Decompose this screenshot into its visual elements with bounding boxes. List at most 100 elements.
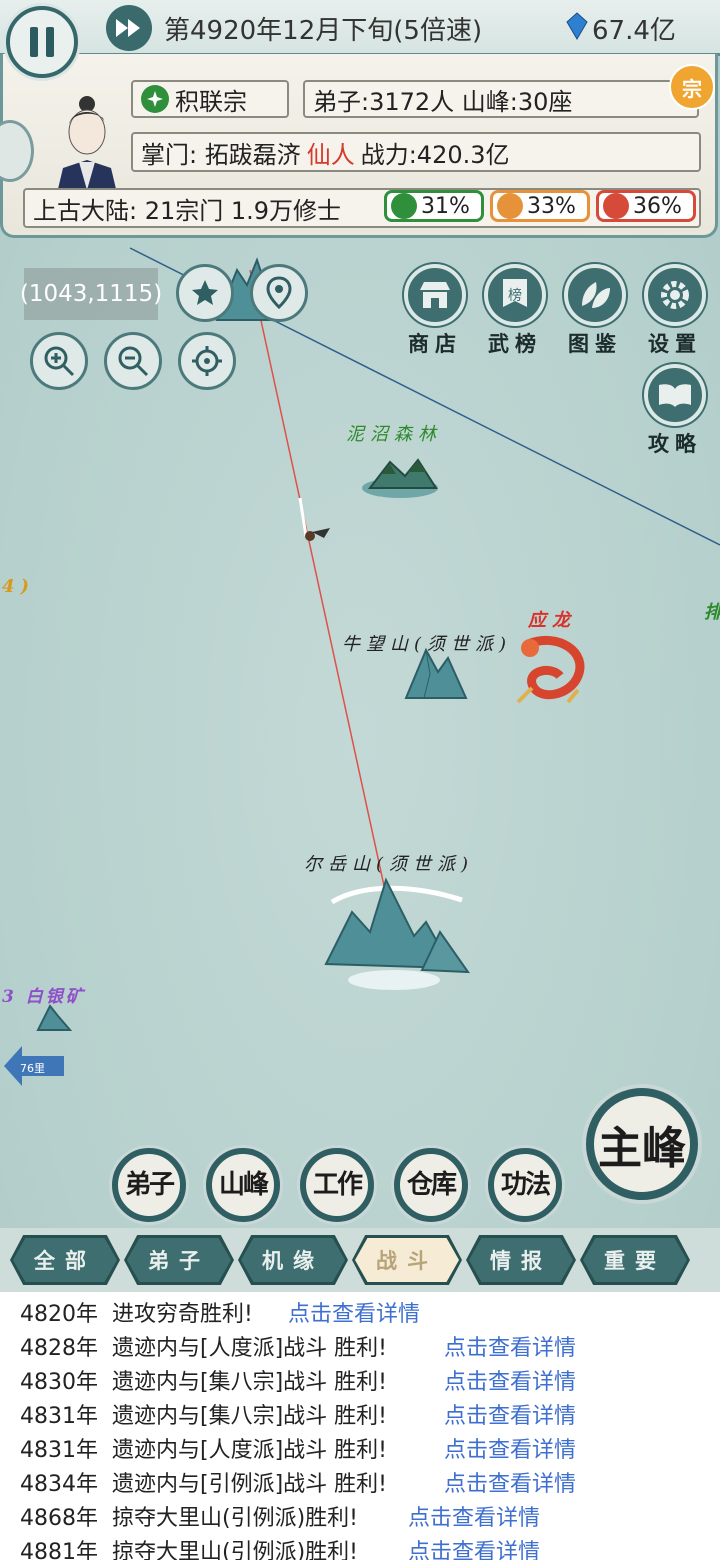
log-entry: 4868年 掠夺大里山(引例派)胜利! 点击查看详情 — [20, 1500, 540, 1534]
faction-share-green: 31% — [384, 190, 484, 222]
niu-mountain-icon[interactable] — [404, 644, 468, 700]
spirit-stone-amount: 67.4亿 — [592, 16, 676, 46]
tab-battle[interactable]: 战斗 — [355, 1238, 459, 1282]
edge-label-right: 排 — [704, 598, 720, 624]
gear-icon — [661, 281, 689, 309]
pause-button[interactable] — [6, 6, 78, 78]
ranking-icon-text: 榜 — [508, 288, 522, 304]
skills-button[interactable]: 功法 — [488, 1148, 562, 1222]
tab-all[interactable]: 全部 — [13, 1238, 117, 1282]
continent-info: 上古大陆: 21宗门 1.9万修士 — [33, 196, 342, 225]
atlas-button[interactable] — [564, 264, 626, 326]
sect-emblem-icon — [141, 85, 169, 113]
atlas-label: 图鉴 — [568, 331, 622, 356]
log-entry: 4820年 进攻穷奇胜利! 点击查看详情 — [20, 1296, 420, 1330]
log-year: 4828年 — [20, 1336, 98, 1361]
guide-button[interactable] — [644, 364, 706, 426]
swamp-forest-label: 泥沼森林 — [346, 424, 442, 445]
log-text: 遗迹内与[引例派]战斗 胜利! — [112, 1472, 387, 1497]
leaf-emblem-icon — [391, 193, 417, 219]
shop-icon — [420, 282, 450, 308]
crosshair-icon — [192, 346, 222, 376]
warehouse-button[interactable]: 仓库 — [394, 1148, 468, 1222]
peaks-button[interactable]: 山峰 — [206, 1148, 280, 1222]
sect-name: 积联宗 — [175, 87, 247, 116]
star-icon — [192, 280, 218, 305]
log-entry: 4828年 遗迹内与[人度派]战斗 胜利! 点击查看详情 — [20, 1330, 576, 1364]
traveling-cultivator-icon[interactable] — [296, 496, 336, 552]
view-details-link[interactable]: 点击查看详情 — [444, 1398, 576, 1430]
ranking-button[interactable]: 榜 — [484, 264, 546, 326]
map-coordinates: (1043,1115) — [20, 268, 162, 320]
view-details-link[interactable]: 点击查看详情 — [444, 1432, 576, 1464]
log-text: 遗迹内与[人度派]战斗 胜利! — [112, 1336, 387, 1361]
fast-forward-button[interactable] — [106, 5, 152, 51]
view-details-link[interactable]: 点击查看详情 — [408, 1500, 540, 1532]
zoom-out-icon — [118, 346, 149, 377]
sect-name-box[interactable]: 积联宗 — [131, 80, 289, 118]
log-entry: 4830年 遗迹内与[集八宗]战斗 胜利! 点击查看详情 — [20, 1364, 576, 1398]
mine-icon[interactable] — [36, 1002, 72, 1032]
faction-share-orange: 33% — [490, 190, 590, 222]
tab-opportunity[interactable]: 机缘 — [241, 1238, 345, 1282]
log-year: 4831年 — [20, 1404, 98, 1429]
spirit-stone-icon — [566, 12, 588, 40]
sect-badge-icon[interactable]: 宗 — [669, 64, 715, 110]
view-details-link[interactable]: 点击查看详情 — [444, 1364, 576, 1396]
zoom-out-button[interactable] — [104, 332, 162, 390]
top-status-bar: 第4920年12月下旬(5倍速) 67.4亿 — [0, 0, 720, 56]
leader-name: 掌门: 拓跋磊济 — [141, 140, 301, 169]
view-details-link[interactable]: 点击查看详情 — [408, 1534, 540, 1560]
log-year: 4820年 — [20, 1302, 98, 1327]
log-text: 遗迹内与[集八宗]战斗 胜利! — [112, 1370, 387, 1395]
log-text: 进攻穷奇胜利! — [112, 1302, 253, 1327]
map-pin-icon — [266, 276, 292, 310]
er-mountain-icon[interactable] — [322, 872, 478, 996]
favorite-button[interactable] — [176, 264, 234, 322]
battle-log-list[interactable]: 4820年 进攻穷奇胜利! 点击查看详情 4828年 遗迹内与[人度派]战斗 胜… — [0, 1292, 720, 1560]
game-date: 第4920年12月下旬(5倍速) — [164, 16, 483, 46]
log-entry: 4831年 遗迹内与[人度派]战斗 胜利! 点击查看详情 — [20, 1432, 576, 1466]
dragon-icon[interactable] — [508, 632, 600, 712]
leader-power: 战力:420.3亿 — [360, 140, 510, 169]
shop-label: 商店 — [408, 331, 462, 356]
settings-label: 设置 — [648, 331, 702, 356]
share-value: 36% — [633, 193, 682, 219]
view-details-link[interactable]: 点击查看详情 — [288, 1296, 420, 1328]
log-text: 掠夺大里山(引例派)胜利! — [112, 1540, 358, 1560]
shop-button[interactable] — [404, 264, 466, 326]
sun-emblem-icon — [497, 193, 523, 219]
center-view-button[interactable] — [178, 332, 236, 390]
leaf-icon — [582, 282, 610, 308]
settings-button[interactable] — [644, 264, 706, 326]
disciples-button[interactable]: 弟子 — [112, 1148, 186, 1222]
tab-intel[interactable]: 情报 — [469, 1238, 573, 1282]
main-peak-button[interactable]: 主峰 — [586, 1088, 698, 1200]
work-button[interactable]: 工作 — [300, 1148, 374, 1222]
sect-stats-box: 弟子:3172人 山峰:30座 — [303, 80, 699, 118]
zoom-in-button[interactable] — [30, 332, 88, 390]
log-year: 4831年 — [20, 1438, 98, 1463]
zoom-in-icon — [44, 346, 75, 377]
tab-disciples[interactable]: 弟子 — [127, 1238, 231, 1282]
guide-label: 攻略 — [648, 431, 702, 456]
forest-icon[interactable] — [360, 456, 442, 500]
ranking-label: 武榜 — [488, 331, 542, 356]
log-year: 4834年 — [20, 1472, 98, 1497]
faction-share-red: 36% — [596, 190, 696, 222]
log-text: 掠夺大里山(引例派)胜利! — [112, 1506, 358, 1531]
share-value: 33% — [527, 193, 576, 219]
view-details-link[interactable]: 点击查看详情 — [444, 1330, 576, 1362]
sect-leader-box[interactable]: 掌门: 拓跋磊济 仙人 战力:420.3亿 — [131, 132, 701, 172]
log-entry: 4881年 掠夺大里山(引例派)胜利! 点击查看详情 — [20, 1534, 540, 1560]
leader-rank: 仙人 — [306, 140, 355, 169]
view-details-link[interactable]: 点击查看详情 — [444, 1466, 576, 1498]
log-year: 4881年 — [20, 1540, 98, 1560]
sect-disciples-peaks: 弟子:3172人 山峰:30座 — [313, 87, 573, 116]
log-entry: 4831年 遗迹内与[集八宗]战斗 胜利! 点击查看详情 — [20, 1398, 576, 1432]
edge-label-left: 4) — [2, 576, 36, 597]
log-year: 4868年 — [20, 1506, 98, 1531]
locate-button[interactable] — [250, 264, 308, 322]
open-book-icon — [659, 384, 691, 407]
tab-important[interactable]: 重要 — [583, 1238, 687, 1282]
